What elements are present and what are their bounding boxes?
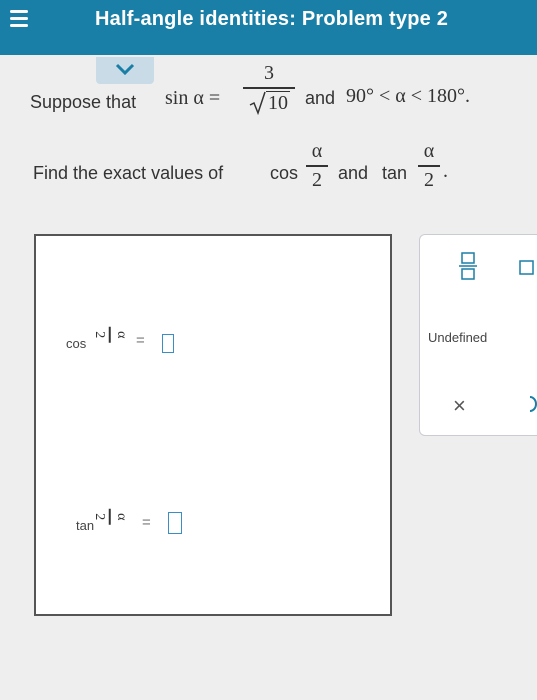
sin-fraction: 3 10 — [243, 62, 295, 115]
tan-fraction: α 2 — [418, 140, 440, 192]
alpha-symbol: α — [423, 140, 435, 162]
tan-word: tan — [382, 163, 408, 183]
keypad-panel: Undefined × — [419, 234, 537, 436]
and-text-2: and — [338, 163, 369, 183]
two: 2 — [92, 331, 108, 339]
alpha-symbol: α — [311, 140, 323, 162]
suppose-text: Suppose that — [30, 92, 137, 112]
clear-button[interactable]: × — [453, 393, 466, 419]
undefined-button[interactable]: Undefined — [428, 330, 487, 345]
tan-alpha-over-2: α 2 — [91, 508, 129, 525]
alpha-symbol: α — [113, 331, 129, 339]
tan-answer-input[interactable] — [168, 512, 182, 534]
equals-sign: = — [136, 332, 145, 349]
box-icon[interactable] — [518, 259, 536, 277]
menu-icon[interactable] — [4, 6, 34, 30]
cos-fraction: α 2 — [306, 140, 328, 192]
collapse-toggle[interactable] — [96, 57, 154, 84]
two: 2 — [92, 513, 108, 521]
cos-word: cos — [270, 163, 299, 183]
and-text: and — [305, 88, 336, 108]
alpha-symbol: α — [113, 513, 129, 521]
header-bar: Half-angle identities: Problem type 2 — [0, 0, 537, 55]
chevron-down-icon — [115, 63, 135, 75]
sqrt-icon — [249, 91, 266, 115]
period: . — [443, 160, 448, 182]
equals-sign: = — [142, 514, 151, 531]
fraction-icon[interactable] — [457, 251, 481, 281]
cos-alpha-over-2: α 2 — [91, 326, 129, 343]
cos-label: cos — [66, 336, 87, 351]
sin-alpha: sin α = — [165, 87, 221, 109]
angle-condition: 90° < α < 180°. — [346, 85, 471, 107]
page-title: Half-angle identities: Problem type 2 — [95, 8, 449, 30]
cos-answer-input[interactable] — [162, 334, 174, 353]
two: 2 — [424, 168, 434, 191]
two: 2 — [312, 168, 322, 191]
sin-numerator: 3 — [264, 62, 274, 84]
sin-denominator: 10 — [266, 90, 290, 114]
undo-icon[interactable] — [528, 395, 537, 413]
answer-area: cos α 2 = tan α 2 = — [34, 234, 392, 616]
find-text: Find the exact values of — [33, 163, 224, 183]
